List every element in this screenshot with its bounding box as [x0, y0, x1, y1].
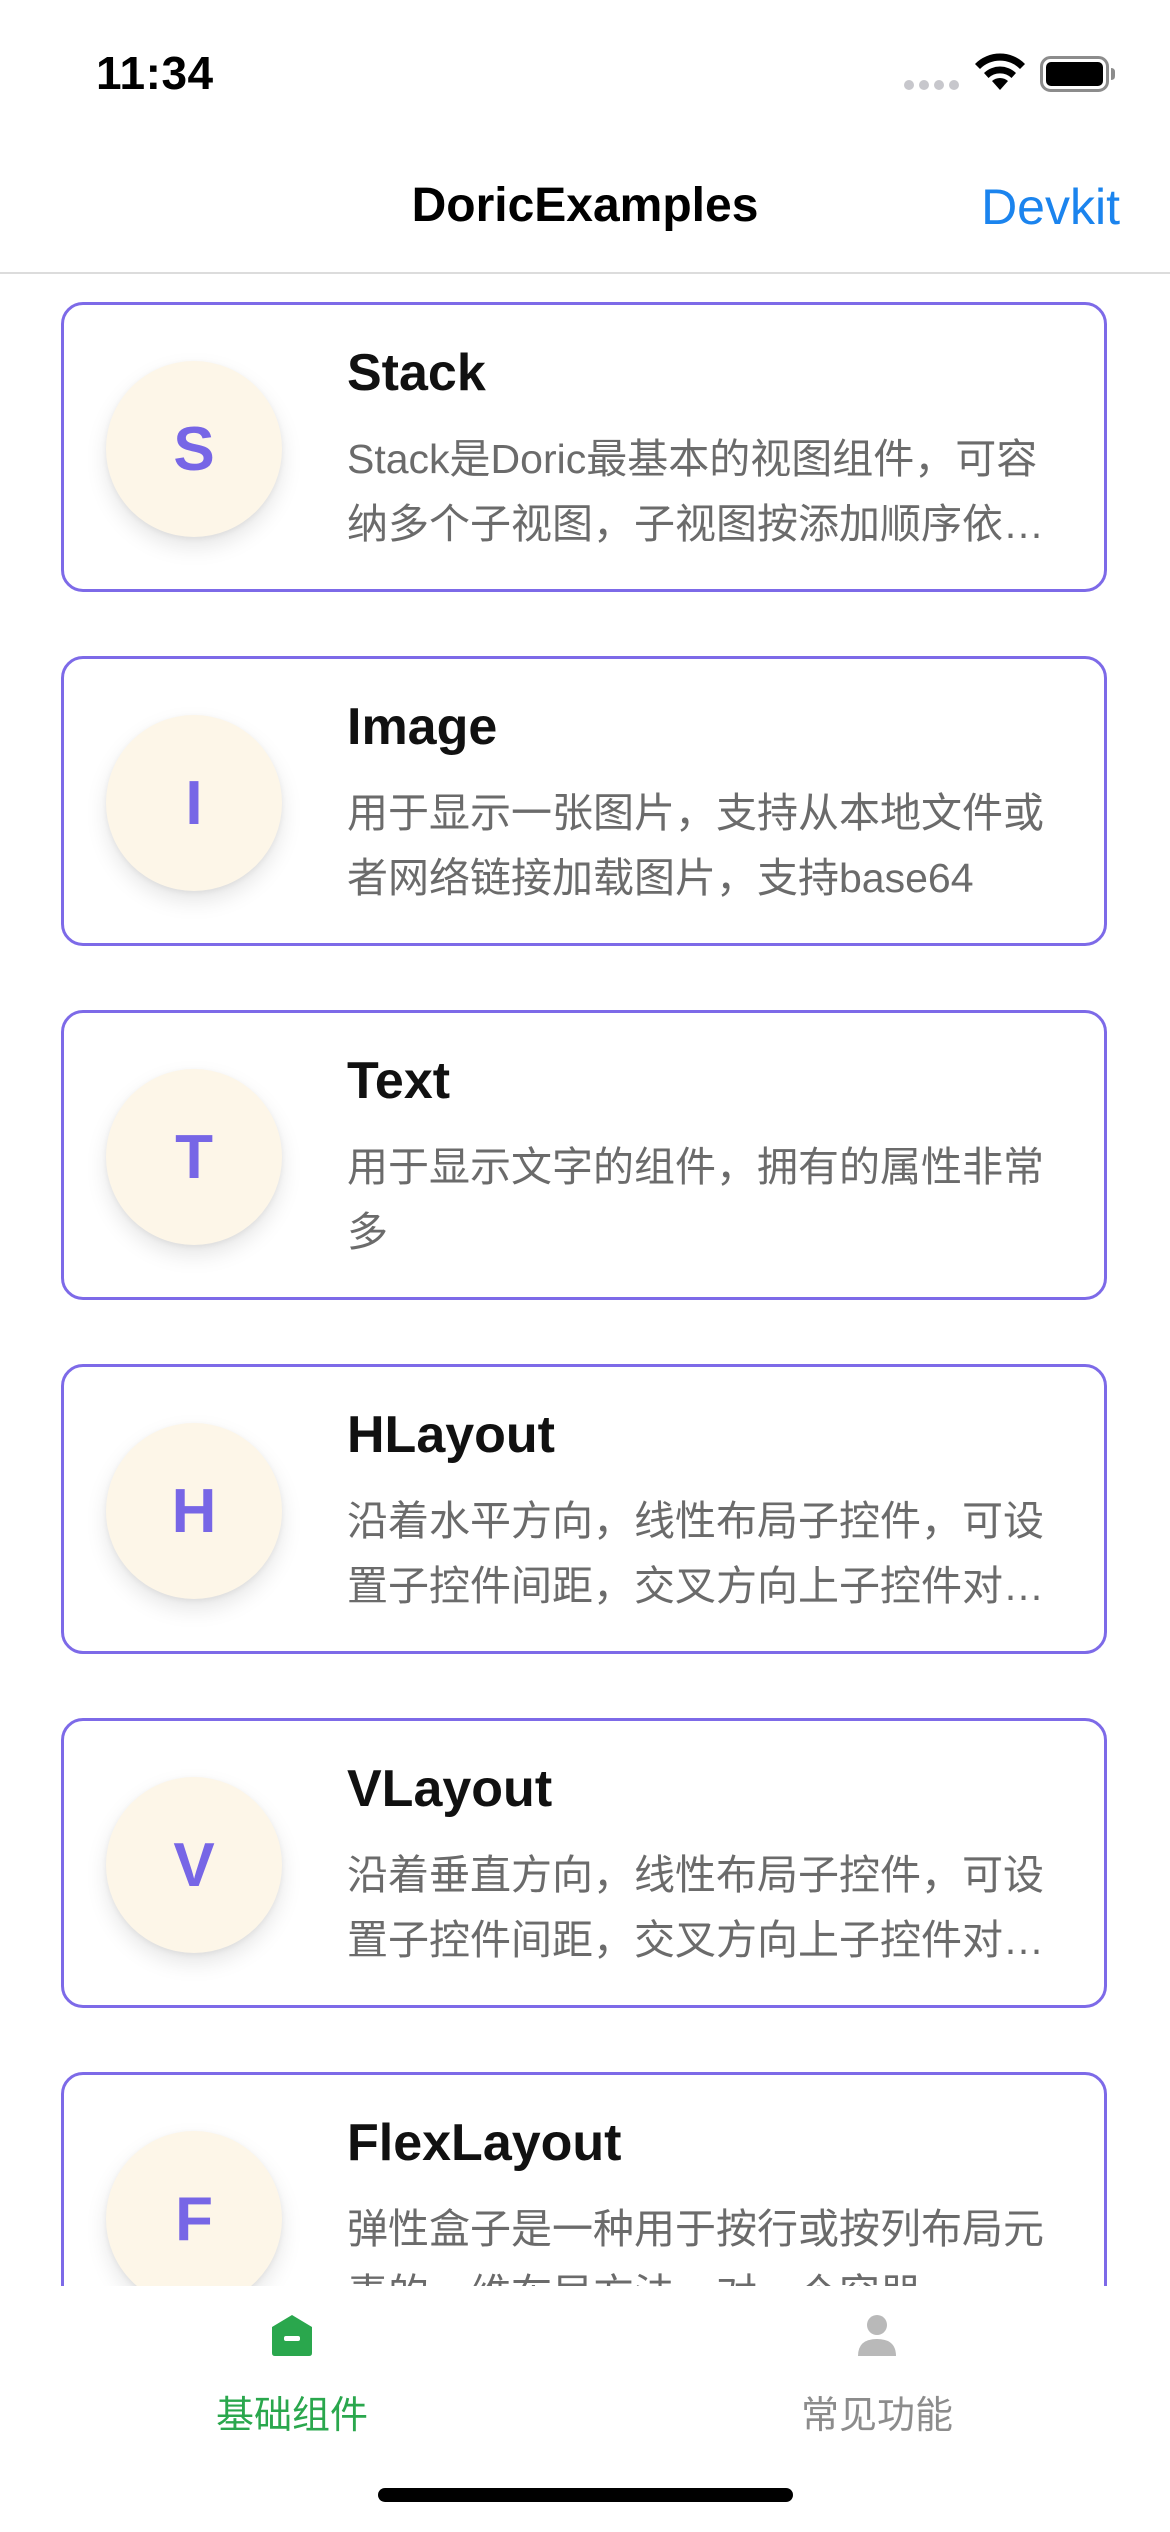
item-title: Text: [347, 1052, 451, 1110]
avatar: H: [106, 1423, 282, 1599]
status-bar: 11:34: [0, 0, 1170, 140]
tab-basic-components[interactable]: 基础组件: [142, 2312, 442, 2439]
tab-common-features[interactable]: 常见功能: [727, 2312, 1027, 2439]
avatar: T: [106, 1069, 282, 1245]
list-item-vlayout[interactable]: V VLayout 沿着垂直方向，线性布局子控件，可设置子控件间距，交叉方向上子…: [61, 1718, 1107, 2008]
home-icon: [272, 2315, 312, 2356]
home-indicator: [378, 2488, 793, 2502]
status-time: 11:34: [96, 47, 214, 99]
example-list[interactable]: S Stack Stack是Doric最基本的视图组件，可容纳多个子视图，子视图…: [0, 274, 1170, 2286]
wifi-icon: [975, 53, 1025, 90]
item-description: Stack是Doric最基本的视图组件，可容纳多个子视图，子视图按添加顺序依次叠…: [347, 436, 1044, 547]
item-description: 用于显示一张图片，支持从本地文件或者网络链接加载图片，支持base64: [347, 790, 1044, 901]
item-title: VLayout: [347, 1760, 553, 1818]
item-title: HLayout: [347, 1406, 555, 1464]
avatar: I: [106, 715, 282, 891]
avatar: F: [106, 2131, 282, 2286]
item-title: FlexLayout: [347, 2114, 622, 2172]
item-description: 用于显示文字的组件，拥有的属性非常多: [347, 1144, 1044, 1255]
tab-label: 常见功能: [800, 2395, 953, 2437]
list-item-hlayout[interactable]: H HLayout 沿着水平方向，线性布局子控件，可设置子控件间距，交叉方向上子…: [61, 1364, 1107, 1654]
devkit-button[interactable]: Devkit: [981, 178, 1120, 236]
list-item-image[interactable]: I Image 用于显示一张图片，支持从本地文件或者网络链接加载图片，支持bas…: [61, 656, 1107, 946]
battery-icon: [1040, 56, 1115, 92]
item-title: Image: [347, 698, 498, 756]
list-item-text[interactable]: T Text 用于显示文字的组件，拥有的属性非常多: [61, 1010, 1107, 1300]
item-description: 沿着垂直方向，线性布局子控件，可设置子控件间距，交叉方向上子控件对齐方式: [347, 1852, 1044, 1963]
item-description: 沿着水平方向，线性布局子控件，可设置子控件间距，交叉方向上子控件对齐方式: [347, 1498, 1044, 1609]
person-icon: [858, 2315, 896, 2356]
list-item-stack[interactable]: S Stack Stack是Doric最基本的视图组件，可容纳多个子视图，子视图…: [61, 302, 1107, 592]
cellular-signal-icon: [904, 80, 960, 92]
avatar: V: [106, 1777, 282, 1953]
item-title: Stack: [347, 344, 486, 402]
list-item-flexlayout[interactable]: F FlexLayout 弹性盒子是一种用于按行或按列布局元素的一维布局方法，对…: [61, 2072, 1107, 2286]
tab-label: 基础组件: [215, 2395, 368, 2437]
item-description: 弹性盒子是一种用于按行或按列布局元素的一维布局方法，对一个容器: [347, 2206, 1044, 2286]
avatar: S: [106, 361, 282, 537]
navigation-bar: DoricExamples Devkit: [0, 140, 1170, 274]
